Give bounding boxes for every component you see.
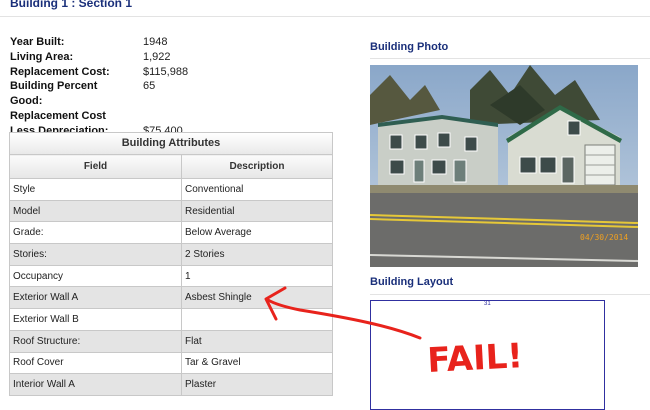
field-cell: Roof Cover [9,351,182,375]
description-cell: Asbest Shingle [181,286,333,310]
good-label: Good: [10,95,43,108]
table-caption: Building Attributes [9,132,333,154]
field-cell: Occupancy [9,264,182,288]
building-layout-sketch[interactable]: 31 [370,300,605,410]
table-row: Style Conventional [9,178,333,201]
field-column-header: Field [9,154,182,179]
section-title: Building 1 : Section 1 [10,0,133,10]
replacement-cost-label: Replacement Cost: [10,65,110,78]
description-column-header: Description [181,154,333,179]
building-photo-heading: Building Photo [370,41,449,53]
living-area-label: Living Area: [10,50,74,63]
description-cell: Residential [181,199,333,223]
description-cell: 2 Stories [181,243,333,266]
building-attributes-table: Building Attributes Field Description St… [9,132,333,396]
building-summary: Year Built: 1948 Living Area: 1,922 Replac… [10,35,330,139]
table-row: Roof Structure: Flat [9,329,333,353]
table-row: Grade: Below Average [9,221,333,245]
table-row: Exterior Wall B [9,308,333,331]
divider [0,16,650,17]
year-built-value: 1948 [143,36,168,48]
replacement-cost-value: $115,988 [143,65,189,78]
building-layout-heading: Building Layout [370,276,454,288]
building-percent-label: Building Percent [10,80,98,93]
field-cell: Interior Wall A [9,373,182,396]
description-cell [181,308,333,331]
field-cell: Style [9,178,182,201]
field-cell: Stories: [9,243,182,266]
building-photo[interactable]: 04/30/2014 [370,65,638,267]
field-cell: Exterior Wall A [9,286,182,310]
living-area-value: 1,922 [143,50,171,63]
table-row: Exterior Wall A Asbest Shingle [9,286,333,310]
description-cell: Conventional [181,178,333,201]
table-row: Model Residential [9,199,333,223]
table-row: Roof Cover Tar & Gravel [9,351,333,375]
table-header-row: Field Description [9,154,333,179]
field-cell: Model [9,199,182,223]
description-cell: Plaster [181,373,333,396]
table-row: Stories: 2 Stories [9,243,333,266]
divider [370,294,650,295]
table-row: Occupancy 1 [9,264,333,288]
table-row: Interior Wall A Plaster [9,373,333,396]
field-cell: Grade: [9,221,182,245]
photo-date-stamp: 04/30/2014 [580,233,628,242]
description-cell: Tar & Gravel [181,351,333,375]
building-percent-value: 65 [143,80,156,93]
rcld-label-line1: Replacement Cost [10,109,106,122]
description-cell: Flat [181,329,333,353]
divider [370,58,650,59]
year-built-label: Year Built: [10,36,65,48]
field-cell: Roof Structure: [9,329,182,353]
field-cell: Exterior Wall B [9,308,182,331]
description-cell: Below Average [181,221,333,245]
layout-dimension-label: 31 [484,301,491,307]
description-cell: 1 [181,264,333,288]
